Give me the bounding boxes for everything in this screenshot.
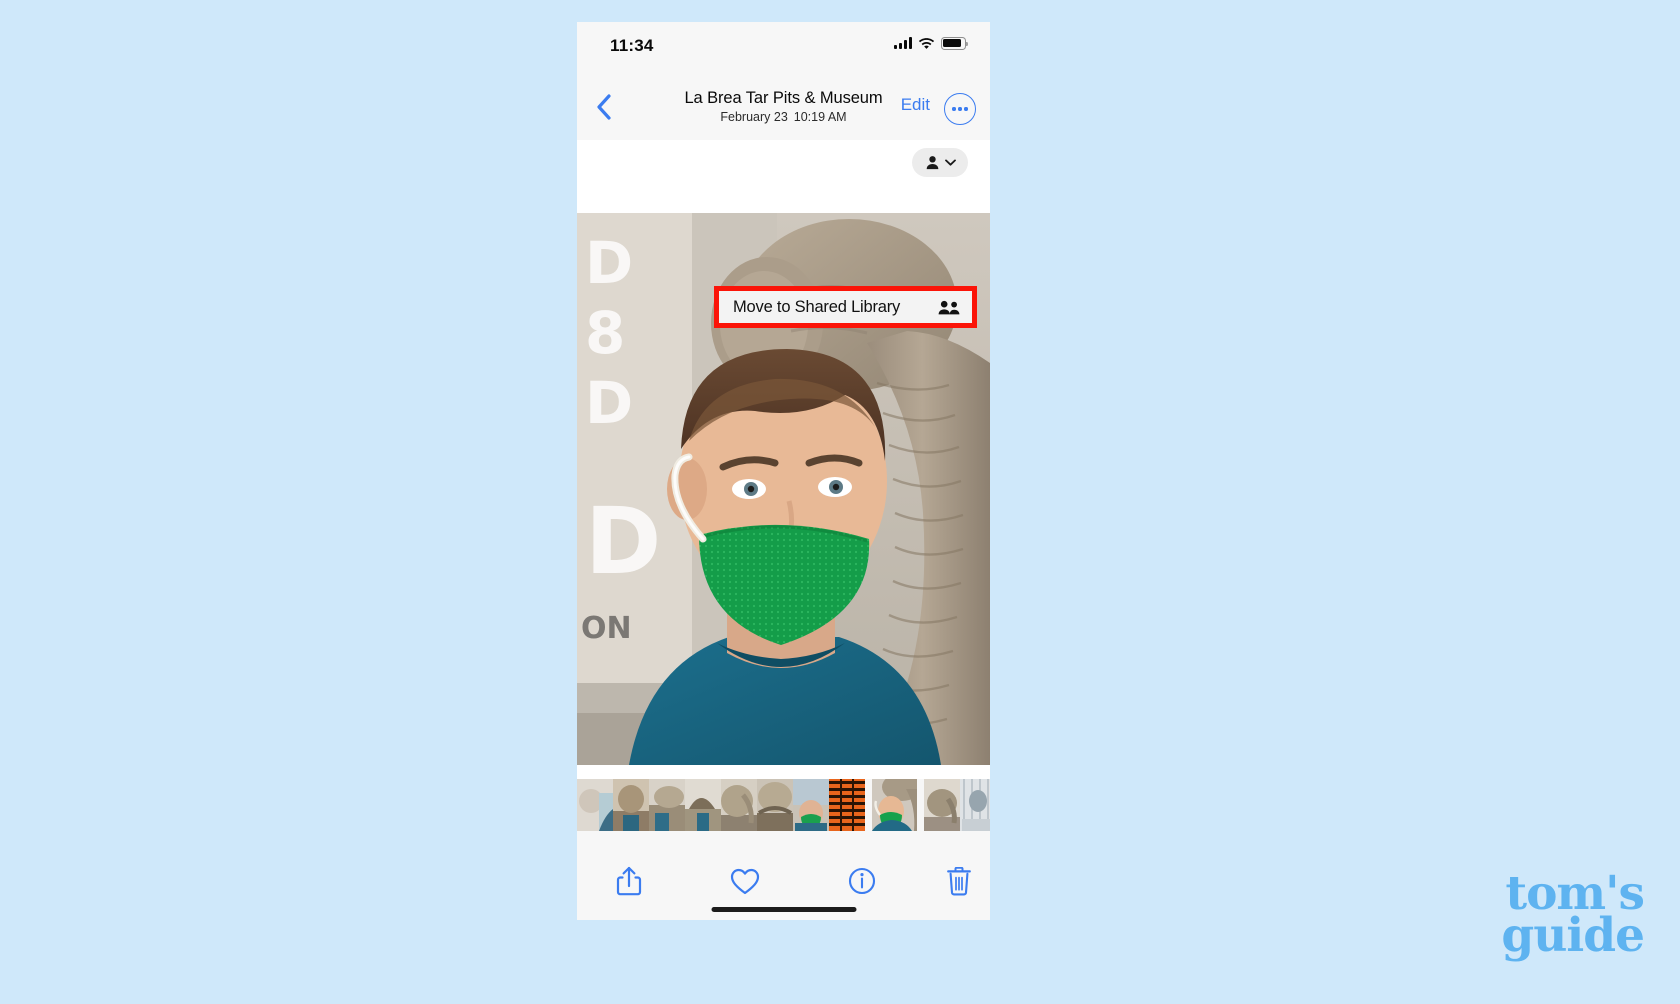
- delete-button[interactable]: [938, 860, 980, 902]
- photo-filmstrip[interactable]: [577, 779, 990, 831]
- chevron-down-icon: [944, 159, 956, 166]
- photo-toolbar: [577, 842, 990, 920]
- status-bar-icons: [893, 37, 969, 50]
- shared-library-toggle-button[interactable]: [912, 148, 968, 177]
- home-indicator: [711, 907, 856, 912]
- person-icon: [926, 156, 938, 170]
- photo-detail-content: D 8 D D ON Move to Shared Library: [577, 140, 990, 790]
- wifi-icon: [918, 38, 935, 50]
- list-item[interactable]: [649, 779, 685, 831]
- list-item[interactable]: [721, 779, 757, 831]
- svg-text:D: D: [585, 229, 633, 297]
- move-to-shared-library-label: Move to Shared Library: [733, 297, 901, 316]
- svg-text:8: 8: [585, 299, 625, 367]
- svg-text:ON: ON: [581, 611, 632, 646]
- signal-bars-icon: [893, 37, 912, 50]
- list-item[interactable]: [685, 779, 721, 831]
- share-button[interactable]: [608, 860, 650, 902]
- info-button[interactable]: [841, 860, 883, 902]
- list-item[interactable]: [793, 779, 829, 831]
- photo-date: February 23: [720, 110, 788, 124]
- toms-guide-watermark: tom's guide: [1501, 870, 1645, 963]
- list-item[interactable]: [613, 779, 649, 831]
- photo-time: 10:19 AM: [793, 110, 847, 124]
- filmstrip-gap: [865, 779, 872, 831]
- iphone-screen: 11:34 La Brea Tar Pits & Museum February…: [577, 22, 990, 920]
- heart-icon: [730, 868, 760, 894]
- svg-text:D: D: [585, 488, 661, 595]
- status-bar-time: 11:34: [610, 36, 654, 55]
- favorite-button[interactable]: [724, 860, 766, 902]
- edit-button[interactable]: Edit: [901, 95, 930, 115]
- two-people-icon: [938, 300, 960, 314]
- watermark-line-2: guide: [1501, 907, 1645, 963]
- back-chevron-icon[interactable]: [585, 89, 621, 125]
- screenshot-canvas: 11:34 La Brea Tar Pits & Museum February…: [0, 0, 1680, 1004]
- filmstrip-gap: [917, 779, 924, 831]
- move-to-shared-library-menu-item[interactable]: Move to Shared Library: [719, 291, 972, 323]
- list-item[interactable]: [757, 779, 793, 831]
- ellipsis-circle-icon[interactable]: [944, 93, 976, 125]
- list-item[interactable]: [829, 779, 865, 831]
- list-item[interactable]: [960, 779, 990, 831]
- status-bar: 11:34: [577, 22, 990, 74]
- list-item[interactable]: [577, 779, 613, 831]
- svg-text:D: D: [585, 369, 633, 437]
- move-to-shared-library-highlight: Move to Shared Library: [714, 286, 977, 328]
- thumb-selected[interactable]: [872, 779, 917, 831]
- info-circle-icon: [848, 867, 876, 895]
- share-icon: [616, 866, 642, 896]
- battery-icon: [941, 37, 969, 50]
- trash-icon: [947, 866, 971, 895]
- navigation-bar: La Brea Tar Pits & Museum February 23 10:…: [577, 74, 990, 141]
- list-item[interactable]: [924, 779, 960, 831]
